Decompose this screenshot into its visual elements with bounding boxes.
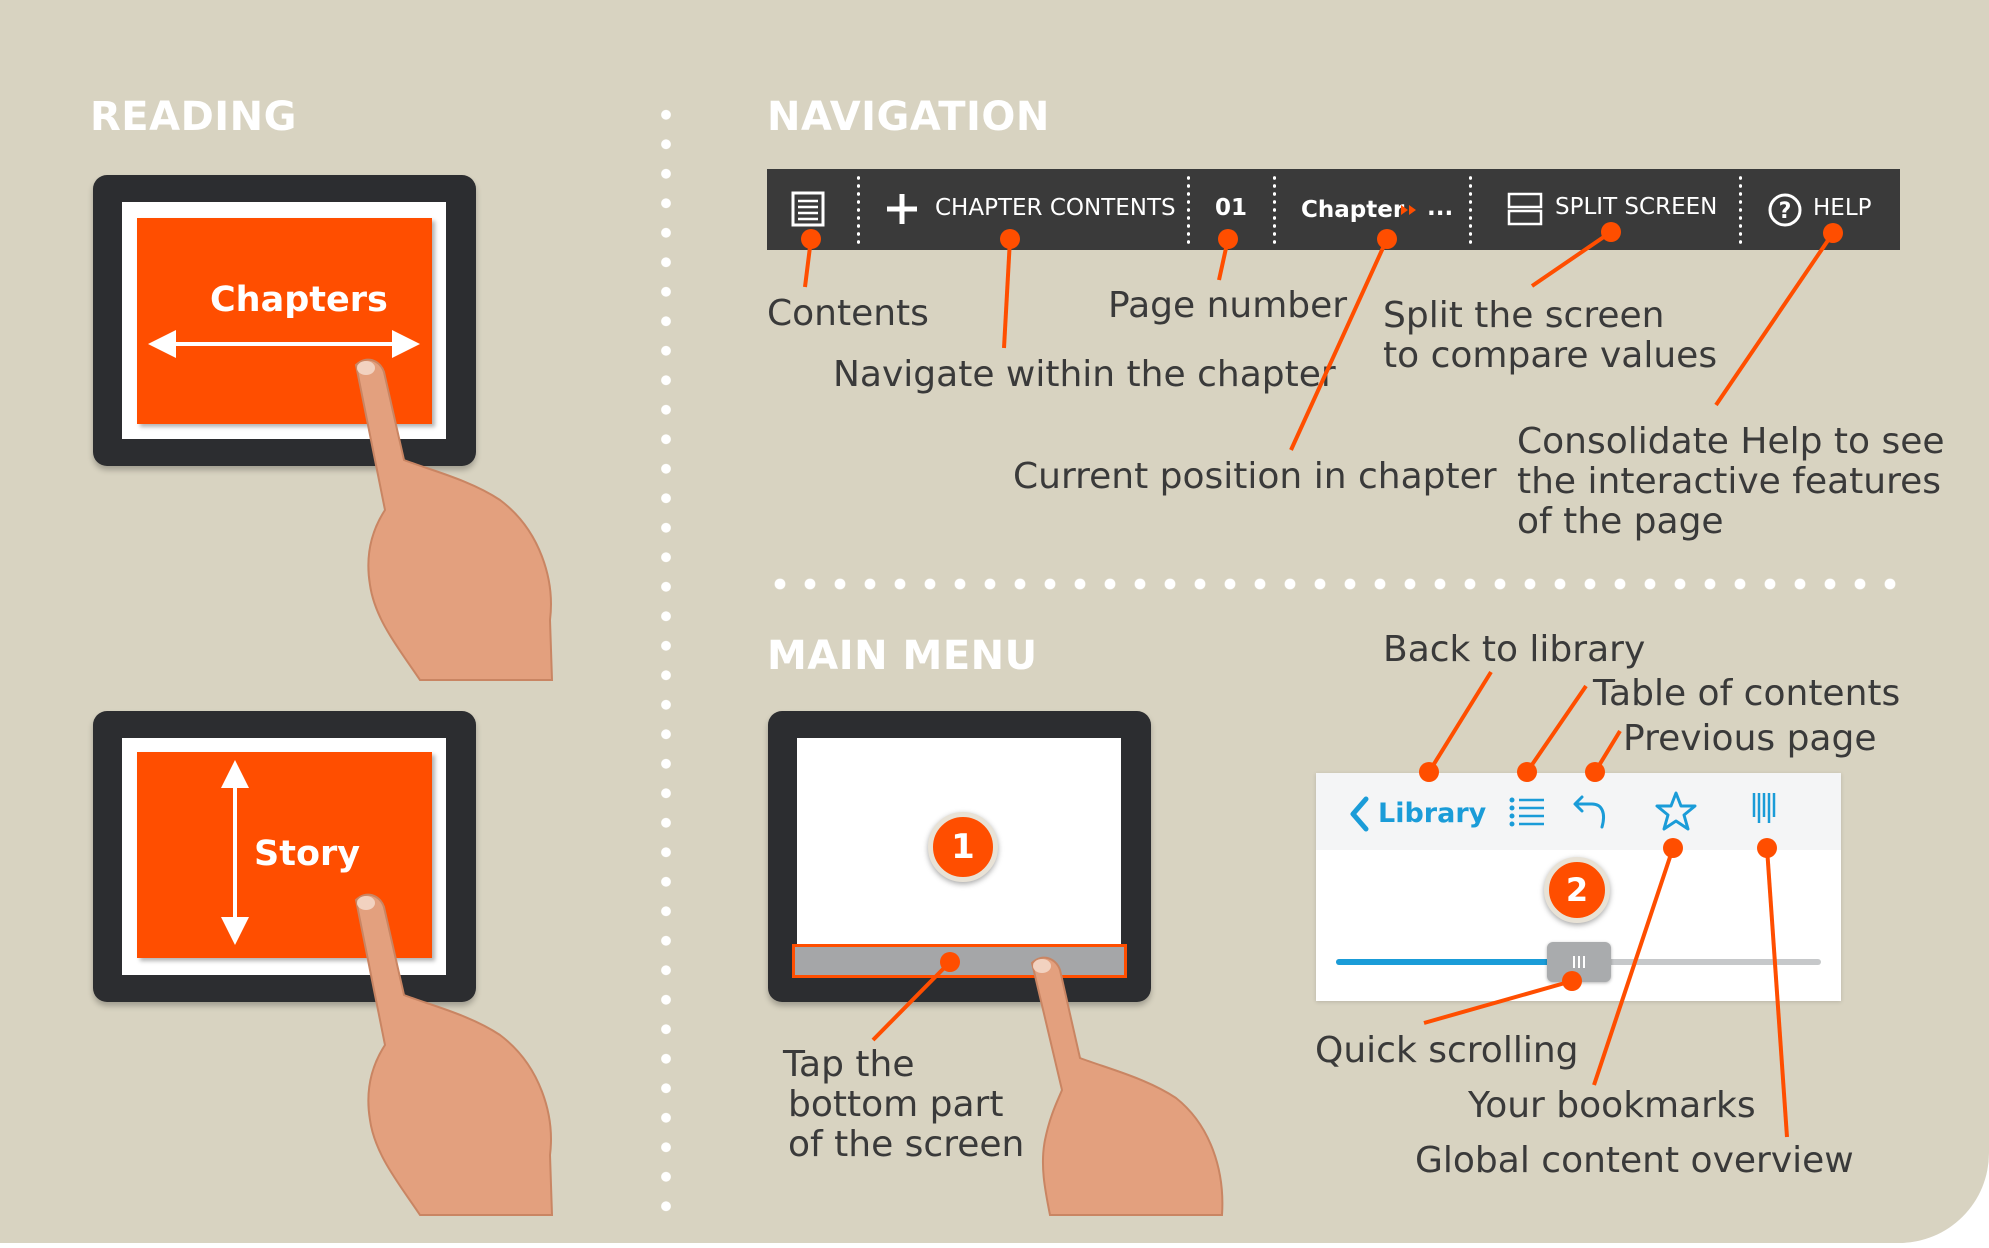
grip-icon [1573,956,1586,968]
step-2-badge: 2 [1544,857,1610,923]
tap-callout-line1: Tap the [783,1044,915,1085]
svg-text:?: ? [1779,199,1792,224]
contents-callout: Contents [767,293,929,334]
help-callout-line2: the interactive features [1517,461,1942,502]
previous-page-callout: Previous page [1623,718,1877,759]
table-of-contents-callout: Table of contents [1593,673,1901,714]
step-1-badge: 1 [928,812,998,882]
library-label: Library [1378,798,1487,829]
library-button[interactable]: Library [1348,794,1486,834]
chapter-ellipsis: ... [1427,195,1454,221]
toolbar-separator [1469,174,1472,244]
split-screen-button[interactable]: SPLIT SCREEN [1507,189,1727,231]
quick-scroll-fill [1336,959,1560,965]
main-menu-bar: Library 2 [1316,773,1841,1001]
list-icon[interactable] [1508,795,1546,829]
chevron-left-icon [1350,796,1369,832]
page-number-callout: Page number [1108,285,1348,326]
help-icon: ? [1768,193,1802,227]
navigate-chapter-callout: Navigate within the chapter [833,354,1336,395]
toolbar-separator [857,174,860,244]
split-callout-line1: Split the screen [1383,295,1665,336]
quick-scroll-track[interactable] [1336,942,1821,982]
help-callout-line3: of the page [1517,501,1724,542]
navigation-toolbar: CHAPTER CONTENTS 01 Chapter ... SPLIT SC… [767,169,1900,250]
navigation-heading: NAVIGATION [767,94,1050,140]
star-icon[interactable] [1655,790,1697,832]
reading-heading: READING [90,94,297,140]
fast-forward-icon [1401,205,1416,215]
toolbar-separator [1739,174,1742,244]
vertical-divider [661,100,671,1220]
list-icon [791,191,825,227]
chapter-contents-button[interactable]: CHAPTER CONTENTS [885,189,1185,231]
story-card[interactable]: Story [137,752,432,958]
back-to-library-callout: Back to library [1383,629,1646,670]
help-button[interactable]: ? HELP [1767,189,1887,231]
current-position-callout: Current position in chapter [1013,456,1497,497]
barcode-icon[interactable] [1751,791,1779,825]
tap-callout-line2: bottom part [788,1084,1004,1125]
contents-button[interactable] [791,191,825,227]
chapters-card[interactable]: Chapters [137,218,432,424]
help-label: HELP [1813,195,1872,221]
bottom-tap-area[interactable] [792,944,1127,978]
quick-scrolling-callout: Quick scrolling [1315,1030,1579,1071]
tap-callout-line3: of the screen [788,1124,1025,1165]
story-label: Story [254,834,361,874]
toolbar-separator [1273,174,1276,244]
bookmarks-callout: Your bookmarks [1468,1085,1756,1126]
chapter-label: Chapter [1301,197,1405,223]
global-overview-callout: Global content overview [1415,1140,1854,1181]
horizontal-divider [765,578,1900,590]
quick-scroll-thumb[interactable] [1547,942,1612,982]
toolbar-separator [1187,174,1190,244]
chapter-position[interactable]: Chapter ... [1301,189,1461,231]
split-screen-label: SPLIT SCREEN [1555,194,1718,220]
plus-icon [887,194,917,224]
undo-icon[interactable] [1572,791,1610,831]
main-menu-heading: MAIN MENU [767,633,1038,679]
split-callout-line2: to compare values [1383,335,1718,376]
help-callout-line1: Consolidate Help to see [1517,421,1945,462]
split-screen-icon [1507,192,1543,226]
page-number: 01 [1215,195,1248,221]
chapters-label: Chapters [210,280,388,320]
chapter-contents-label: CHAPTER CONTENTS [935,195,1176,221]
